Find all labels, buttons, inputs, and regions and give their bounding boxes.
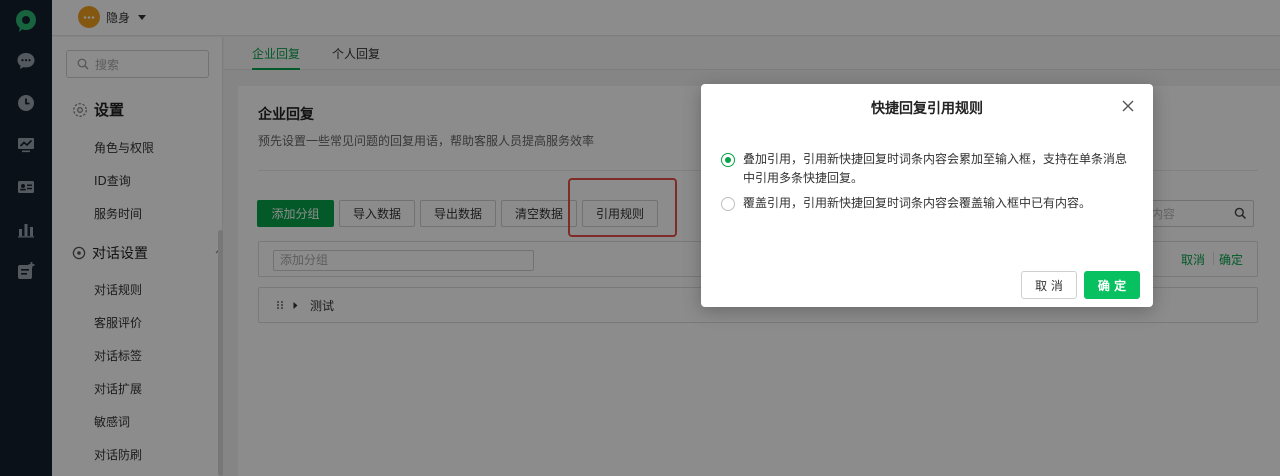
cancel-button[interactable]: 取 消 bbox=[1021, 271, 1077, 299]
radio-overwrite-quote[interactable] bbox=[721, 197, 735, 211]
option-overwrite-quote[interactable]: 覆盖引用，引用新快捷回复时词条内容会覆盖输入框中已有内容。 bbox=[721, 194, 1131, 213]
close-icon[interactable] bbox=[1121, 99, 1135, 113]
option-stack-text: 叠加引用，引用新快捷回复时词条内容会累加至输入框，支持在单条消息中引用多条快捷回… bbox=[743, 152, 1128, 185]
radio-stack-quote[interactable] bbox=[721, 153, 735, 167]
option-stack-quote[interactable]: 叠加引用，引用新快捷回复时词条内容会累加至输入框，支持在单条消息中引用多条快捷回… bbox=[721, 150, 1131, 188]
quote-rules-dialog: 快捷回复引用规则 叠加引用，引用新快捷回复时词条内容会累加至输入框，支持在单条消… bbox=[701, 84, 1153, 307]
option-overwrite-text: 覆盖引用，引用新快捷回复时词条内容会覆盖输入框中已有内容。 bbox=[743, 196, 1092, 210]
confirm-button[interactable]: 确 定 bbox=[1084, 271, 1140, 299]
dialog-title: 快捷回复引用规则 bbox=[871, 101, 983, 117]
